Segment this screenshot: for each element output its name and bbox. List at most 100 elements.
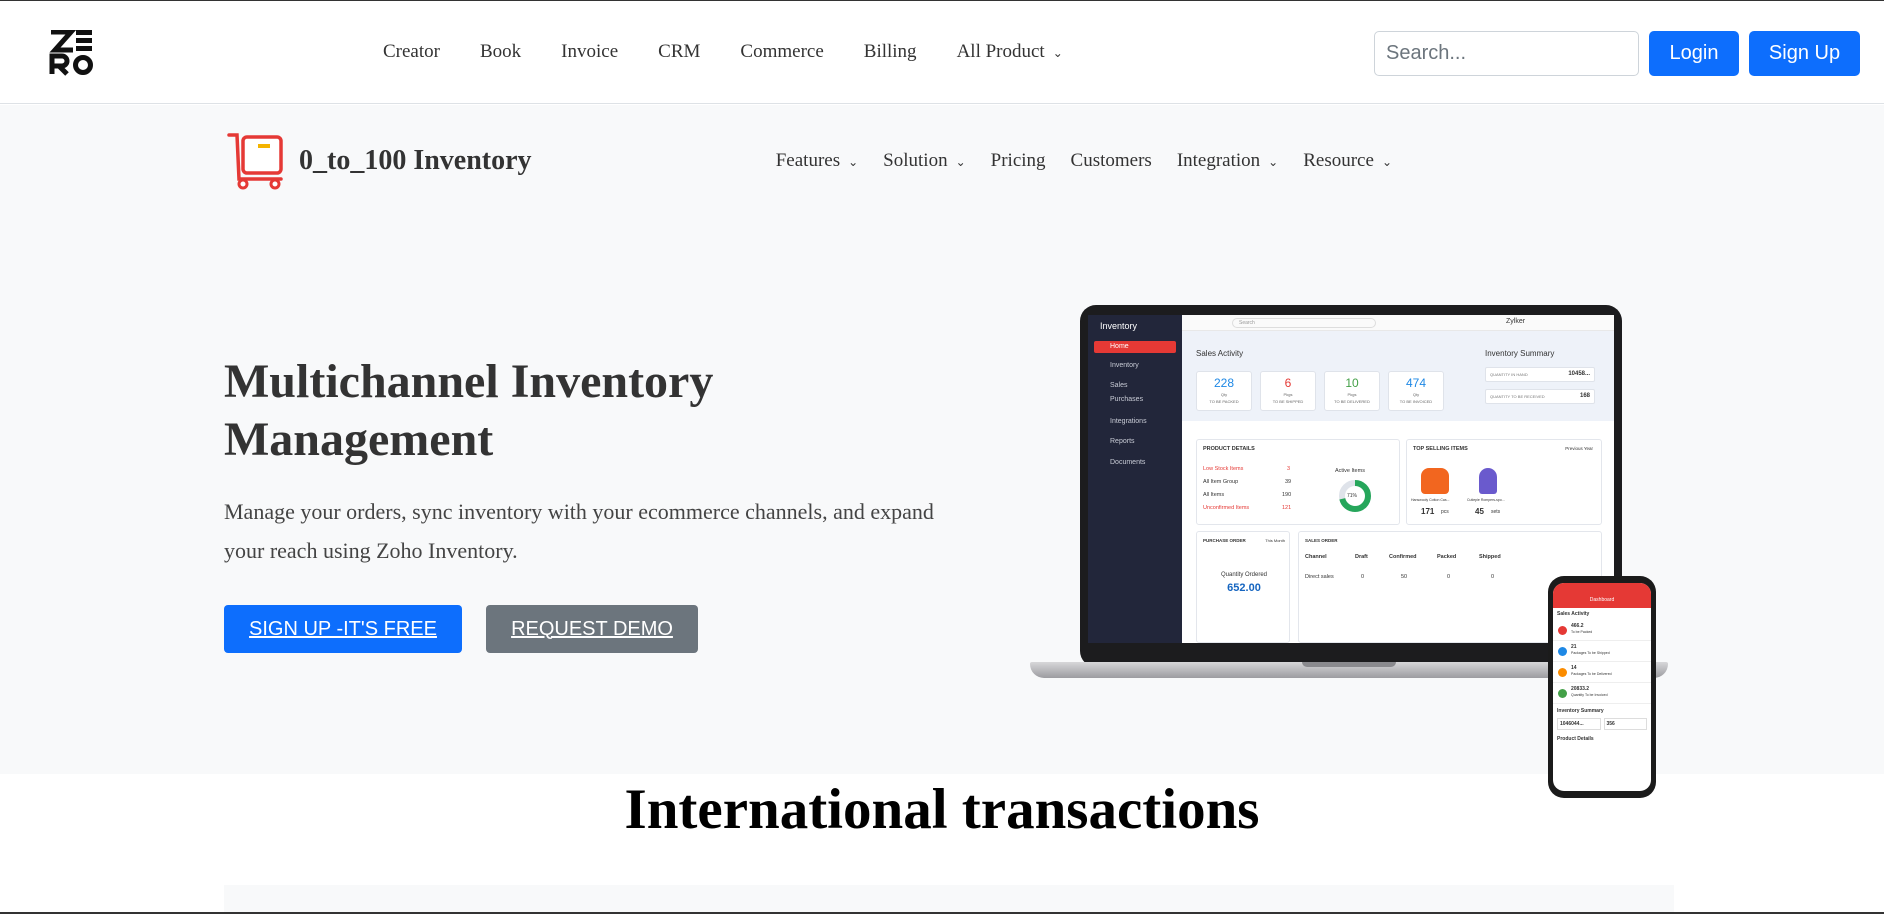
section-content-band [224, 885, 1674, 914]
mock-sales-card: 228 Qty TO BE PACKED [1196, 371, 1252, 411]
signup-free-button[interactable]: SIGN UP -IT'S FREE [224, 605, 462, 653]
mock-period-select: This Month [1265, 538, 1285, 543]
jacket-thumbnail [1421, 468, 1449, 494]
mock-card-value: 474 [1405, 376, 1427, 390]
nav-invoice[interactable]: Invoice [561, 41, 618, 63]
delivered-icon [1558, 668, 1567, 677]
mock-sidebar-item: Reports [1110, 438, 1135, 445]
mock-detail-value: 121 [1282, 505, 1292, 511]
mock-panel-title: TOP SELLING ITEMS [1413, 446, 1468, 452]
nav-resource-label: Resource [1303, 150, 1374, 171]
phone-row: 20833.2 Quantity To be Invoiced [1553, 683, 1651, 704]
mock-search: Search [1232, 318, 1376, 328]
nav-commerce[interactable]: Commerce [740, 41, 823, 63]
mock-card-label: TO BE PACKED [1209, 399, 1239, 404]
mock-so-cell: 0 [1361, 574, 1365, 580]
nav-customers[interactable]: Customers [1071, 150, 1152, 172]
mock-sidebar-item: Inventory [1110, 362, 1139, 369]
nav-features[interactable]: Features ⌄ [776, 150, 858, 172]
mock-summary-value: 10458... [1568, 371, 1590, 377]
top-nav: Creator Book Invoice CRM Commerce Billin… [383, 41, 1103, 63]
mock-sidebar: Inventory Home Inventory Sales Purchases… [1088, 315, 1182, 643]
chevron-down-icon: ⌄ [1052, 46, 1063, 60]
phone-details-title: Product Details [1557, 736, 1594, 742]
nav-features-label: Features [775, 150, 841, 171]
nav-billing[interactable]: Billing [864, 41, 917, 63]
nav-book[interactable]: Book [480, 41, 521, 63]
mock-so-header: Packed [1437, 554, 1457, 560]
chevron-down-icon: ⌄ [1268, 155, 1279, 169]
nav-solution-label: Solution [883, 150, 948, 171]
nav-all-product[interactable]: All Product ⌄ [957, 41, 1063, 63]
mock-topbar: Search Zylker [1182, 315, 1614, 331]
mock-item-name: Hanswooly Cotton Cas... [1411, 498, 1450, 502]
mock-qty-ordered-value: 652.00 [1227, 582, 1261, 594]
phone-row-value: 20833.2 [1571, 686, 1590, 692]
mock-card-unit: Qty [1412, 392, 1420, 397]
phone-screen: Dashboard Sales Activity 466.2 To be Pack… [1553, 583, 1651, 791]
mock-summary-row: QUANTITY TO BE RECEIVED 168 [1485, 389, 1595, 404]
mock-sales-activity-title: Sales Activity [1196, 349, 1244, 358]
nav-resource[interactable]: Resource ⌄ [1303, 150, 1392, 172]
request-demo-button[interactable]: REQUEST DEMO [486, 605, 698, 653]
phone-section-title: Sales Activity [1557, 611, 1590, 617]
login-button[interactable]: Login [1649, 31, 1739, 76]
packed-icon [1558, 626, 1567, 635]
product-nav: Features ⌄ Solution ⌄ Pricing Customers In… [751, 150, 1392, 172]
mock-active-items-label: Active Items [1335, 468, 1365, 474]
mock-inventory-summary-title: Inventory Summary [1485, 349, 1555, 358]
nav-pricing[interactable]: Pricing [991, 150, 1046, 172]
mock-product-details-panel: PRODUCT DETAILS Low Stock Items 3 All It… [1196, 439, 1400, 525]
nav-integration[interactable]: Integration ⌄ [1177, 150, 1278, 172]
mock-so-header: Draft [1355, 554, 1368, 560]
chevron-down-icon: ⌄ [1381, 155, 1392, 169]
mock-sidebar-item: Integrations [1110, 418, 1147, 425]
mock-summary-row: QUANTITY IN HAND 10458... [1485, 367, 1595, 382]
mock-item-qty: 45 [1475, 507, 1484, 516]
search-input[interactable] [1374, 31, 1639, 76]
mock-app-title: Inventory [1100, 321, 1138, 331]
laptop-lid: Inventory Home Inventory Sales Purchases… [1080, 305, 1622, 667]
phone-header: Dashboard [1553, 583, 1651, 608]
phone-row-value: 14 [1571, 665, 1577, 671]
product-brand[interactable]: 0_to_100 Inventory [225, 131, 532, 191]
mock-detail-value: 39 [1285, 479, 1292, 485]
mock-panel-title: SALES ORDER [1305, 538, 1338, 543]
nav-integration-label: Integration [1176, 150, 1261, 171]
mock-period-select: Previous Year [1565, 446, 1593, 451]
mock-so-cell: Direct sales [1305, 574, 1334, 580]
mock-detail-label: All Item Group [1203, 479, 1239, 485]
invoiced-icon [1558, 689, 1567, 698]
nav-crm[interactable]: CRM [658, 41, 700, 63]
mock-org-name: Zylker [1506, 318, 1526, 325]
mock-panel-title: PRODUCT DETAILS [1203, 446, 1255, 452]
mock-item-unit: pcs [1441, 509, 1449, 515]
phone-row-label: Packages To be Delivered [1571, 672, 1612, 676]
phone-row-value: 21 [1571, 644, 1577, 650]
mock-so-cell: 0 [1447, 574, 1451, 580]
mock-summary-value: 168 [1579, 393, 1590, 399]
zero-logo[interactable] [49, 30, 93, 76]
mock-item-unit: sets [1491, 509, 1501, 515]
product-brand-name: 0_to_100 Inventory [299, 145, 532, 176]
mock-sidebar-item: Purchases [1110, 396, 1144, 403]
mock-card-label: TO BE SHIPPED [1272, 399, 1304, 404]
nav-solution[interactable]: Solution ⌄ [883, 150, 965, 172]
mock-card-value: 10 [1345, 376, 1359, 390]
mock-top-selling-panel: TOP SELLING ITEMS Previous Year Hanswool… [1406, 439, 1602, 525]
mock-card-unit: Qty [1220, 392, 1228, 397]
mock-card-value: 6 [1284, 376, 1292, 390]
romper-thumbnail [1479, 468, 1497, 494]
phone-summary-hand: 1046044... [1557, 718, 1601, 730]
top-header: Creator Book Invoice CRM Commerce Billin… [0, 1, 1884, 104]
nav-creator[interactable]: Creator [383, 41, 440, 63]
mock-card-unit: Pkgs [1347, 392, 1357, 397]
mock-so-cell: 0 [1491, 574, 1495, 580]
mock-so-cell: 50 [1401, 574, 1408, 580]
product-hero-section: 0_to_100 Inventory Features ⌄ Solution ⌄ P… [0, 105, 1884, 798]
mock-purchase-order-panel: PURCHASE ORDER This Month Quantity Order… [1196, 531, 1290, 643]
mock-detail-label: Unconfirmed Items [1203, 505, 1250, 511]
signup-button[interactable]: Sign Up [1749, 31, 1860, 76]
laptop-notch [1302, 662, 1396, 667]
phone-row-value: 466.2 [1571, 623, 1584, 629]
